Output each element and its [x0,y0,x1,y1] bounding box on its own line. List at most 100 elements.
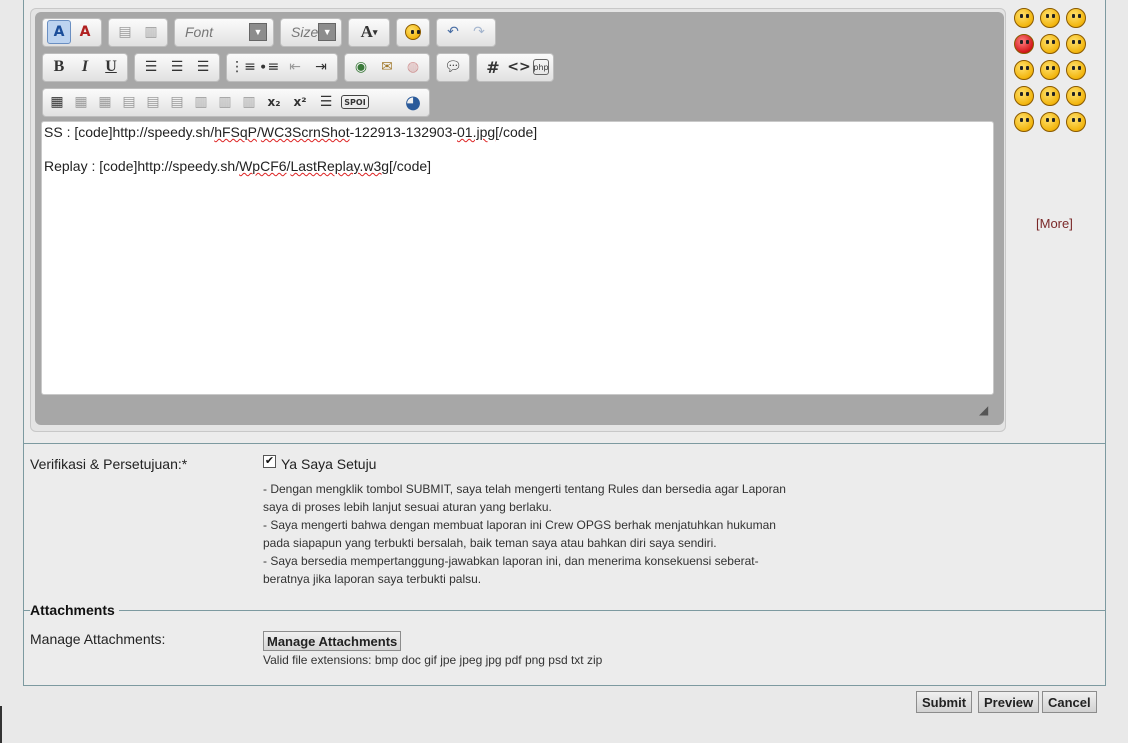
preview-button[interactable]: Preview [978,691,1040,713]
special-tag-icon[interactable]: ◕ [401,90,425,114]
smilie-icon[interactable] [1014,60,1034,80]
insert-email-icon[interactable]: ✉ [375,55,399,79]
ordered-list-icon[interactable]: ⋮≡ [230,55,256,79]
smilies-panel [1014,8,1094,132]
agreement-line: - Dengan mengklik tombol SUBMIT, saya te… [263,482,786,496]
subscript-button[interactable]: x₂ [263,90,285,114]
toolbar-group-smilie [396,17,430,47]
valid-extensions-text: Valid file extensions: bmp doc gif jpe j… [263,653,603,667]
quote-icon[interactable]: 💬︎ [441,55,465,79]
insert-link-icon[interactable]: ◉ [349,55,373,79]
agreement-line: - Saya mengerti bahwa dengan membuat lap… [263,518,776,532]
agreement-line: pada siapapun yang terbukti bersalah, ba… [263,536,717,550]
row-above-icon[interactable]: ▤ [119,90,139,114]
insert-image-icon[interactable]: ◍ [401,55,425,79]
col-before-icon[interactable]: ▥ [191,90,211,114]
submit-button[interactable]: Submit [916,691,973,713]
toolbar-group-text-style: B I U [42,52,128,82]
chevron-down-icon: ▼ [249,23,267,41]
toolbar-row-2: B I U ☰ ☰ ☰ ⋮≡ ∙≡ ⇤ ⇥ ◉ ✉ ◍ 💬︎ # <> php [42,52,554,82]
hash-button[interactable]: # [481,55,505,79]
remove-format-icon[interactable]: A [73,20,97,44]
align-center-icon[interactable]: ☰ [165,55,189,79]
toolbar-group-clipboard: ▤ ▥ [108,17,168,47]
code-button[interactable]: <> [507,55,531,79]
paste-text-icon[interactable]: ▥ [139,20,163,44]
table-properties-icon[interactable]: ▦ [71,90,91,114]
insert-smilie-icon[interactable] [401,20,425,44]
superscript-button[interactable]: x² [289,90,311,114]
bold-button[interactable]: B [47,55,71,79]
smilie-icon[interactable] [1066,34,1086,54]
editor-line-2: Replay : [code]http://speedy.sh/WpCF6/La… [44,158,432,174]
delete-row-icon[interactable]: ▤ [167,90,187,114]
attachments-fieldset-line [24,610,1106,611]
agree-checkbox[interactable]: ✔ [263,455,276,468]
smilie-icon[interactable] [1066,8,1086,28]
toolbar-group-table: ▦ ▦ ▦ ▤ ▤ ▤ ▥ ▥ ▥ x₂ x² ☰ SPOI ◕ [42,87,430,117]
section-divider [24,443,1106,444]
toolbar-group-quote: 💬︎ [436,52,470,82]
smilie-icon[interactable] [1014,86,1034,106]
paste-icon[interactable]: ▤ [113,20,137,44]
size-select-label: Size [291,24,319,40]
delete-col-icon[interactable]: ▥ [239,90,259,114]
agreement-line: beratnya jika laporan saya terbukti pals… [263,572,482,586]
toolbar-row-1: A A ▤ ▥ Font ▼ Size ▼ A ▾ ↶ ↷ [42,17,496,47]
php-icon[interactable]: php [533,59,549,75]
switch-editor-mode-icon[interactable]: A [47,20,71,44]
verification-label: Verifikasi & Persetujuan:* [30,456,188,472]
toolbar-group-undo: ↶ ↷ [436,17,496,47]
align-left-icon[interactable]: ☰ [139,55,163,79]
insert-table-icon[interactable]: ▦ [47,90,67,114]
smilie-icon[interactable] [1040,86,1060,106]
attachments-legend: Attachments [30,602,119,618]
toolbar-group-code: # <> php [476,52,554,82]
delete-table-icon[interactable]: ▦ [95,90,115,114]
indent-icon[interactable]: ⇥ [309,55,333,79]
smilie-icon[interactable] [1040,60,1060,80]
size-select[interactable]: Size ▼ [280,17,342,47]
font-color-button[interactable]: A ▾ [348,17,390,47]
agreement-line: saya di proses lebih lanjut sesuai atura… [263,500,552,514]
row-below-icon[interactable]: ▤ [143,90,163,114]
redo-icon[interactable]: ↷ [467,20,491,44]
undo-icon[interactable]: ↶ [441,20,465,44]
message-textarea[interactable]: SS : [code]http://speedy.sh/hFSqP/WC3Scr… [41,121,994,395]
resize-handle-icon[interactable]: ◢ [979,403,993,417]
chevron-down-icon: ▼ [318,23,337,41]
cancel-button[interactable]: Cancel [1042,691,1097,713]
smilie-icon[interactable] [1040,8,1060,28]
horizontal-rule-icon[interactable]: ☰ [315,90,337,114]
align-right-icon[interactable]: ☰ [191,55,215,79]
smilie-icon[interactable] [1040,112,1060,132]
font-select-label: Font [185,24,214,40]
font-select[interactable]: Font ▼ [174,17,274,47]
underline-button[interactable]: U [99,55,123,79]
smilie-icon[interactable] [1066,112,1086,132]
toolbar-group-format-switch: A A [42,17,102,47]
more-smilies-link[interactable]: [More] [1036,216,1073,231]
smilie-icon[interactable] [1066,60,1086,80]
font-color-label: A [360,22,373,41]
smilie-icon[interactable] [1014,34,1034,54]
manage-attachments-button[interactable]: Manage Attachments [263,631,402,651]
smilie-icon[interactable] [1014,8,1034,28]
smilie-icon[interactable] [1040,34,1060,54]
toolbar-group-insert: ◉ ✉ ◍ [344,52,430,82]
editor-line-1: SS : [code]http://speedy.sh/hFSqP/WC3Scr… [44,124,538,140]
agreement-line: - Saya bersedia mempertanggung-jawabkan … [263,554,759,568]
italic-button[interactable]: I [73,55,97,79]
col-after-icon[interactable]: ▥ [215,90,235,114]
window-edge [0,706,2,743]
toolbar-group-lists: ⋮≡ ∙≡ ⇤ ⇥ [226,52,338,82]
outdent-icon[interactable]: ⇤ [283,55,307,79]
spoiler-button[interactable]: SPOI [341,95,369,109]
agree-checkbox-label[interactable]: Ya Saya Setuju [281,456,376,472]
unordered-list-icon[interactable]: ∙≡ [257,55,281,79]
agreement-text: - Dengan mengklik tombol SUBMIT, saya te… [263,480,808,588]
smilie-icon[interactable] [1014,112,1034,132]
smilie-icon[interactable] [1066,86,1086,106]
toolbar-group-align: ☰ ☰ ☰ [134,52,220,82]
manage-attachments-label: Manage Attachments: [30,631,166,647]
